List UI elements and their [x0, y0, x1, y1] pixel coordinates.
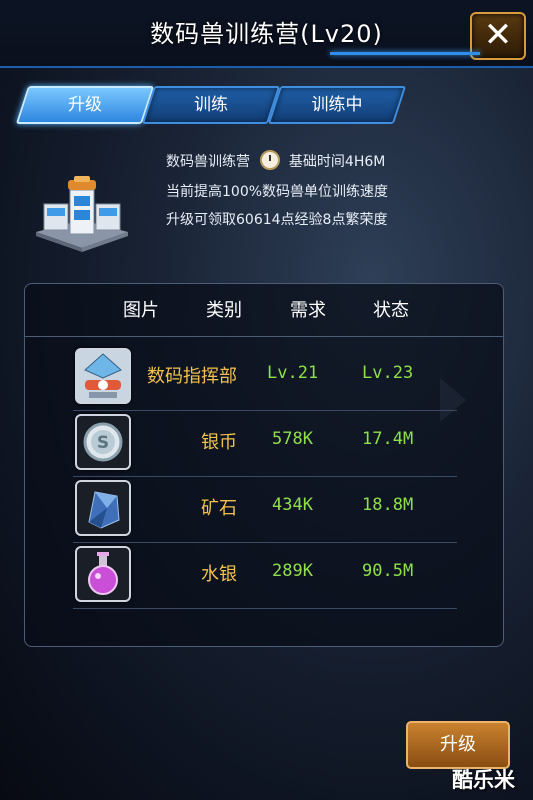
command-center-icon: [75, 348, 131, 404]
building-name: 数码兽训练营: [166, 154, 250, 170]
status-value: 18.8M: [362, 495, 414, 515]
close-icon: ✕: [483, 15, 513, 55]
building-name-line: 数码兽训练营 基础时间4H6M: [166, 150, 385, 171]
table-row: 数码指挥部 Lv.21 Lv.23: [73, 344, 457, 411]
base-time: 基础时间4H6M: [288, 154, 386, 170]
requirement-value: 434K: [272, 495, 313, 515]
training-camp-building-icon: [36, 176, 128, 252]
close-button[interactable]: ✕: [470, 12, 526, 60]
tab-upgrade[interactable]: 升级: [15, 86, 155, 124]
requirement-value: 289K: [272, 561, 313, 581]
requirement-value: Lv.21: [267, 363, 319, 383]
table-row: 矿石 434K 18.8M: [73, 476, 457, 543]
watermark-logo: 酷乐米: [452, 768, 515, 792]
category-label: 数码指挥部: [147, 366, 237, 387]
table-header: 图片 类别 需求 状态: [25, 284, 503, 337]
category-label: 水银: [201, 564, 237, 585]
clock-icon: [260, 150, 281, 170]
header-image: 图片: [123, 300, 159, 321]
ore-crystal-icon: [75, 480, 131, 536]
svg-text:S: S: [97, 433, 109, 453]
table-row: S 银币 578K 17.4M: [73, 410, 457, 477]
tab-train[interactable]: 训练: [141, 86, 281, 124]
category-label: 矿石: [201, 498, 237, 519]
tab-upgrade-label: 升级: [68, 95, 102, 115]
tab-train-label: 训练: [194, 95, 228, 115]
reward-text: 升级可领取60614点经验8点繁荣度: [166, 212, 388, 228]
upgrade-button-label: 升级: [440, 734, 476, 755]
status-value: Lv.23: [362, 363, 414, 383]
requirements-panel: 图片 类别 需求 状态 数码指挥部 Lv.21 Lv.23 S 银币 578K …: [24, 283, 504, 647]
upgrade-button[interactable]: 升级: [406, 721, 510, 769]
title-bar: 数码兽训练营(Lv20) ✕: [0, 0, 533, 68]
table-row: 水银 289K 90.5M: [73, 542, 457, 609]
window-title: 数码兽训练营(Lv20): [150, 20, 383, 48]
header-requirement: 需求: [290, 300, 326, 321]
mercury-potion-icon: [75, 546, 131, 602]
silver-coin-icon: S: [75, 414, 131, 470]
tab-training[interactable]: 训练中: [267, 86, 407, 124]
header-status: 状态: [373, 300, 409, 321]
status-value: 90.5M: [362, 561, 414, 581]
status-value: 17.4M: [362, 429, 414, 449]
effect-text: 当前提高100%数码兽单位训练速度: [166, 184, 389, 200]
header-category: 类别: [206, 300, 242, 321]
requirement-value: 578K: [272, 429, 313, 449]
category-label: 银币: [201, 432, 237, 453]
tab-training-label: 训练中: [311, 95, 363, 115]
